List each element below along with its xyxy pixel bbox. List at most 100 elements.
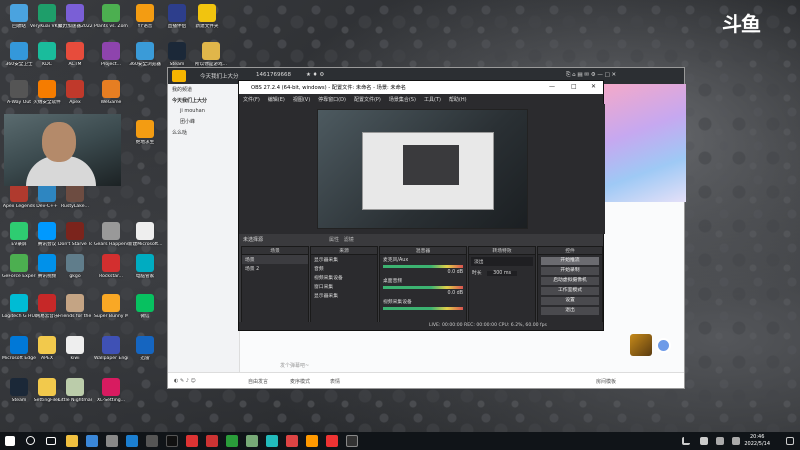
- desktop-icon[interactable]: Friends for the Creator: [58, 294, 92, 320]
- scene-item[interactable]: 场景: [242, 255, 308, 264]
- obs-menu-item[interactable]: 帮助(H): [449, 97, 467, 103]
- window-tools-icons[interactable]: ⎘ ⌂ ▤ ✉ ⚙ — □ ✕: [566, 72, 616, 79]
- obs-menu-item[interactable]: 工具(T): [424, 97, 441, 103]
- maximize-button[interactable]: □: [571, 83, 577, 90]
- source-item[interactable]: 视频采集设备: [311, 273, 377, 282]
- scene-item[interactable]: 场景 2: [242, 264, 308, 273]
- desktop-icon[interactable]: 新建文件夹: [190, 4, 224, 30]
- start-streaming-button[interactable]: 开始推流: [541, 257, 599, 265]
- desktop-icon[interactable]: 直播伴侣: [160, 4, 194, 30]
- scenes-dock-title: 场景: [242, 247, 308, 255]
- bottom-icons[interactable]: ◐ ✎ ♪ ☺: [174, 378, 196, 384]
- app-icon[interactable]: [246, 435, 258, 447]
- start-recording-button[interactable]: 开始录制: [541, 267, 599, 275]
- browser-icon[interactable]: [126, 435, 138, 447]
- source-item[interactable]: 窗口采集: [311, 282, 377, 291]
- gift-badge[interactable]: [630, 334, 652, 356]
- minimize-button[interactable]: —: [549, 83, 555, 90]
- obs-menu-item[interactable]: 配置文件(P): [354, 97, 381, 103]
- desktop-icon[interactable]: Gears Happens: [94, 222, 128, 248]
- xbox-icon[interactable]: [226, 435, 238, 447]
- home-icon[interactable]: [172, 70, 186, 82]
- network-icon[interactable]: [716, 437, 724, 445]
- circle-button[interactable]: [656, 338, 671, 353]
- sidebar-item-1[interactable]: ji mouhan: [168, 106, 239, 116]
- task-view-icon[interactable]: [46, 437, 56, 445]
- desktop-icon[interactable]: Little Nightmares: [58, 378, 92, 404]
- file-explorer-icon[interactable]: [66, 435, 78, 447]
- star-icon[interactable]: ★ ♦ ⚙: [306, 72, 324, 78]
- desktop-icon[interactable]: Rockstar...: [94, 254, 128, 280]
- volume-icon[interactable]: [732, 437, 740, 445]
- app-icon[interactable]: [266, 435, 278, 447]
- desktop-icon[interactable]: 迅雷: [128, 336, 162, 362]
- desktop-icon[interactable]: ACTM: [58, 42, 92, 68]
- properties-toggles[interactable]: 属性 滤镜: [329, 236, 354, 243]
- desktop-icon[interactable]: Wallpaper Engine: [94, 336, 128, 362]
- app-icon[interactable]: [206, 435, 218, 447]
- steam-icon[interactable]: [146, 435, 158, 447]
- desktop-icon[interactable]: RustyLake...: [58, 184, 92, 210]
- obs-menu-item[interactable]: 文件(F): [243, 97, 260, 103]
- desktop-icon[interactable]: WeGame: [94, 80, 128, 106]
- exit-button[interactable]: 退出: [541, 307, 599, 315]
- desktop-icon[interactable]: Project...: [94, 42, 128, 68]
- emoji-button[interactable]: 表情: [330, 378, 340, 385]
- sidebar-item-3[interactable]: 么么哒: [168, 127, 239, 138]
- source-item[interactable]: 显示器采集: [311, 255, 377, 264]
- edge-icon[interactable]: [106, 435, 118, 447]
- obs-menu-item[interactable]: 编辑(E): [268, 97, 285, 103]
- chat-input[interactable]: 发个弹幕吧~: [280, 362, 580, 372]
- app-icon[interactable]: [286, 435, 298, 447]
- filters-button[interactable]: 滤镜: [344, 237, 354, 243]
- tray-arrow-icon[interactable]: [682, 437, 690, 445]
- search-icon[interactable]: [26, 436, 35, 445]
- volume-meter[interactable]: [383, 265, 463, 268]
- desktop-icon[interactable]: 360安全浏览器: [128, 42, 162, 68]
- desktop-icon[interactable]: Plants vs. Zombies 3...: [94, 4, 128, 30]
- obs-menu-item[interactable]: 视图(V): [293, 97, 310, 103]
- desktop-icon[interactable]: Apex: [58, 80, 92, 106]
- volume-meter[interactable]: [383, 286, 463, 289]
- tray-icon[interactable]: [700, 437, 708, 445]
- notification-icon[interactable]: [786, 437, 794, 445]
- app-icon[interactable]: [306, 435, 318, 447]
- volume-meter[interactable]: [383, 307, 463, 310]
- desktop-icon[interactable]: Steam: [160, 42, 194, 68]
- desktop-icon[interactable]: XL-Setting...: [94, 378, 128, 404]
- virtual-camera-button[interactable]: 启动虚拟摄像机: [541, 277, 599, 285]
- desktop-icon[interactable]: Don't Starve Together: [58, 222, 92, 248]
- tiktok-icon[interactable]: [166, 435, 178, 447]
- source-item[interactable]: 音频: [311, 264, 377, 273]
- sidebar-item-2[interactable]: 团小峰: [168, 116, 239, 127]
- close-button[interactable]: ✕: [591, 83, 596, 90]
- mic-queue-button[interactable]: 麦序模式: [290, 378, 310, 385]
- duration-input[interactable]: 300 ms: [487, 271, 517, 276]
- desktop-icon[interactable]: 绝地求生: [128, 120, 162, 146]
- start-icon[interactable]: [5, 436, 15, 446]
- obs-icon[interactable]: [346, 435, 358, 447]
- voice-button[interactable]: 自由发言: [248, 378, 268, 385]
- desktop-icon[interactable]: 微信: [128, 294, 162, 320]
- obs-menu-item[interactable]: 停靠窗口(D): [318, 97, 346, 103]
- studio-mode-button[interactable]: 工作室模式: [541, 287, 599, 295]
- desktop-icon[interactable]: Super Bunny Man: [94, 294, 128, 320]
- source-item[interactable]: 显示器采集: [311, 291, 377, 300]
- settings-button[interactable]: 设置: [541, 297, 599, 305]
- desktop-icon[interactable]: 电脑管家: [128, 254, 162, 280]
- sidebar-group[interactable]: 今天我们上大分: [168, 95, 239, 106]
- desktop-icon[interactable]: YY语音: [128, 4, 162, 30]
- app-icon[interactable]: [326, 435, 338, 447]
- desktop-icon[interactable]: gkgo: [58, 254, 92, 280]
- properties-button[interactable]: 属性: [329, 237, 339, 243]
- app-icon[interactable]: [186, 435, 198, 447]
- obs-menu-item[interactable]: 场景集合(S): [389, 97, 416, 103]
- clock[interactable]: 20:46 2022/5/14: [744, 434, 770, 447]
- transition-select[interactable]: 淡出: [471, 257, 533, 266]
- room-template-button[interactable]: 房间模板: [596, 378, 616, 385]
- mail-icon[interactable]: [86, 435, 98, 447]
- desktop-icon[interactable]: 所以你是游戏...: [194, 42, 228, 68]
- desktop-icon[interactable]: 聚力加速器2022: [58, 4, 92, 30]
- desktop-icon[interactable]: 新建Microsoft...: [128, 222, 162, 248]
- desktop-icon[interactable]: kiwi: [58, 336, 92, 362]
